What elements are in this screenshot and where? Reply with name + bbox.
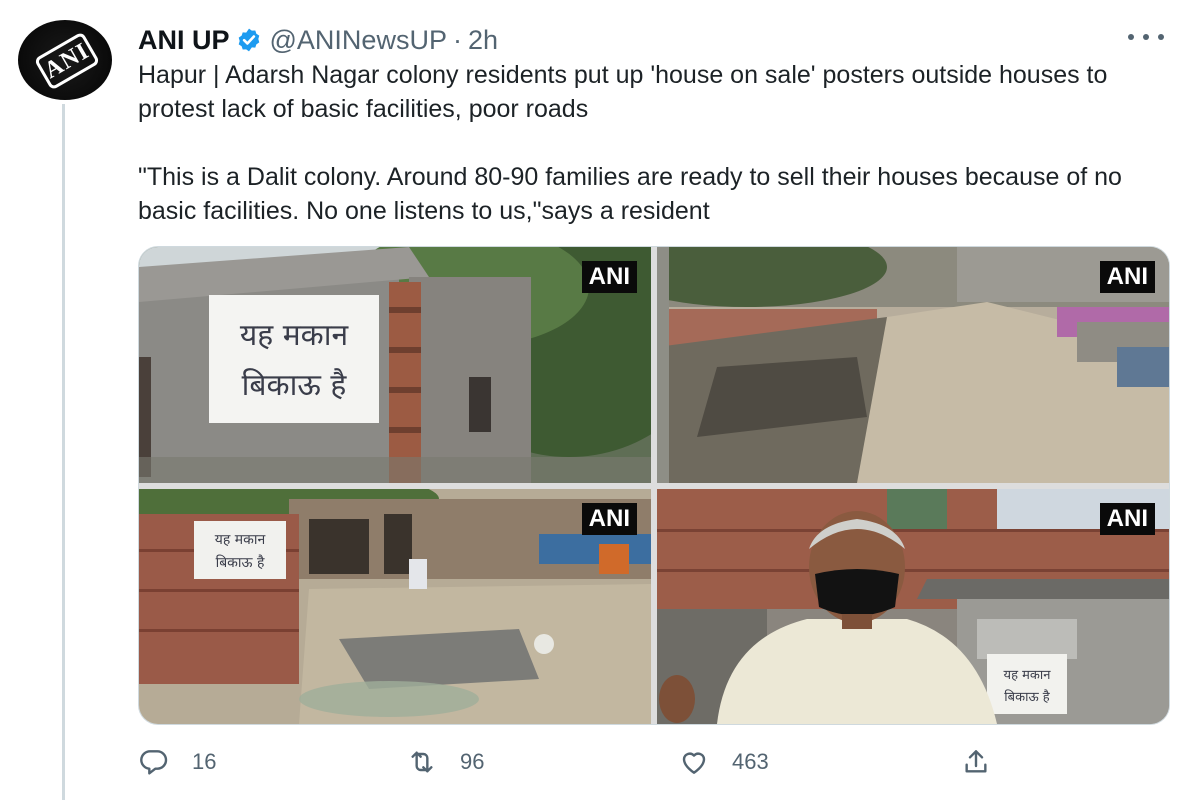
tweet[interactable]: ANI ANI UP @ANINewsUP · 2h Hapur | Adars… bbox=[0, 0, 1200, 800]
retweet-button[interactable]: 96 bbox=[406, 740, 484, 784]
tweet-header: ANI UP @ANINewsUP · 2h bbox=[138, 20, 498, 60]
thread-line bbox=[62, 104, 65, 800]
author-name[interactable]: ANI UP bbox=[138, 25, 230, 56]
reply-icon bbox=[140, 750, 168, 775]
reply-count: 16 bbox=[192, 749, 217, 774]
svg-text:यह मकान: यह मकान bbox=[240, 318, 350, 353]
media-grid: यह मकान बिकाऊ है ANI ANI यह मकान बिकाऊ ह… bbox=[138, 246, 1170, 725]
tweet-paragraph-1: Hapur | Adarsh Nagar colony residents pu… bbox=[138, 61, 1108, 123]
retweet-icon bbox=[411, 751, 433, 773]
photo-resident-image: यह मकान बिकाऊ है bbox=[657, 489, 1169, 724]
like-count: 463 bbox=[732, 749, 769, 774]
svg-text:बिकाऊ है: बिकाऊ है bbox=[216, 554, 265, 571]
reply-button[interactable]: 16 bbox=[138, 740, 216, 784]
svg-text:बिकाऊ है: बिकाऊ है bbox=[242, 368, 348, 403]
author-handle[interactable]: @ANINewsUP bbox=[270, 25, 447, 56]
photo-house-sign-image: यह मकान बिकाऊ है bbox=[139, 247, 651, 483]
tweet-text: Hapur | Adarsh Nagar colony residents pu… bbox=[138, 58, 1168, 228]
photo-house-sign[interactable]: यह मकान बिकाऊ है ANI bbox=[139, 247, 651, 483]
like-button[interactable]: 463 bbox=[678, 740, 769, 784]
photo-courtyard-image: यह मकान बिकाऊ है bbox=[139, 489, 651, 724]
share-button[interactable] bbox=[960, 740, 1014, 784]
separator-dot: · bbox=[452, 24, 462, 55]
ani-watermark: ANI bbox=[581, 261, 637, 293]
ani-logo: ANI bbox=[33, 31, 101, 91]
svg-text:बिकाऊ है: बिकाऊ है bbox=[1004, 689, 1050, 705]
more-icon[interactable] bbox=[1128, 22, 1164, 52]
tweet-paragraph-2: "This is a Dalit colony. Around 80-90 fa… bbox=[138, 163, 1122, 225]
photo-dirt-road[interactable]: ANI bbox=[657, 247, 1169, 483]
ani-watermark: ANI bbox=[581, 503, 637, 535]
photo-courtyard[interactable]: यह मकान बिकाऊ है ANI bbox=[139, 489, 651, 724]
ani-watermark: ANI bbox=[1099, 261, 1155, 293]
photo-dirt-road-image bbox=[657, 247, 1169, 483]
retweet-count: 96 bbox=[460, 749, 485, 774]
verified-badge-icon bbox=[238, 28, 259, 52]
avatar[interactable]: ANI bbox=[18, 20, 112, 100]
share-icon bbox=[965, 750, 987, 773]
ani-watermark: ANI bbox=[1099, 503, 1155, 535]
timestamp[interactable]: 2h bbox=[468, 25, 498, 56]
heart-icon bbox=[682, 752, 706, 774]
svg-text:यह मकान: यह मकान bbox=[215, 532, 266, 548]
tweet-actions: 16 96 463 bbox=[138, 740, 1168, 784]
photo-resident[interactable]: यह मकान बिकाऊ है ANI bbox=[657, 489, 1169, 724]
svg-text:यह मकान: यह मकान bbox=[1004, 668, 1052, 683]
